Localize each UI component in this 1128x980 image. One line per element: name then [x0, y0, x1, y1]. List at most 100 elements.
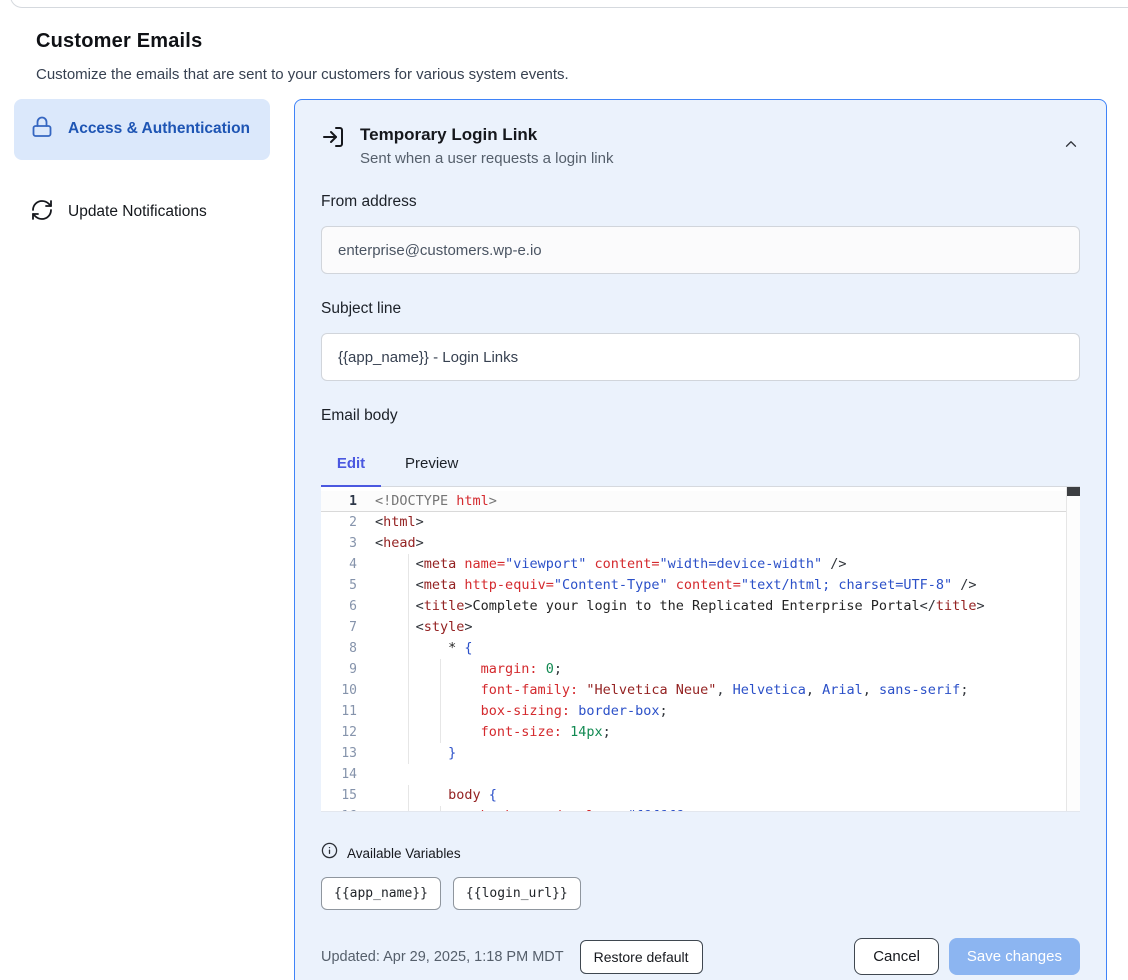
code-text: * {: [375, 638, 1080, 659]
email-settings-panel: Temporary Login Link Sent when a user re…: [294, 99, 1107, 980]
code-line[interactable]: 10 font-family: "Helvetica Neue", Helveti…: [321, 680, 1080, 701]
line-number: 12: [321, 722, 357, 743]
code-text: body {: [375, 785, 1080, 806]
line-number: 14: [321, 764, 357, 785]
code-line[interactable]: 11 box-sizing: border-box;: [321, 701, 1080, 722]
line-number: 1: [321, 491, 357, 511]
code-text: <!DOCTYPE html>: [375, 491, 1080, 511]
indent-guide: [408, 638, 409, 659]
indent-guide: [408, 575, 409, 596]
page-title: Customer Emails: [36, 30, 1092, 53]
indent-guide: [408, 701, 409, 722]
refresh-icon: [30, 198, 54, 227]
code-text: background-color: #f6f6f6;: [375, 806, 1080, 812]
editor-scrollbar[interactable]: [1066, 487, 1080, 811]
indent-guide: [440, 701, 441, 722]
code-line[interactable]: 15 body {: [321, 785, 1080, 806]
sidebar-item-label: Access & Authentication: [68, 117, 250, 141]
settings-sidebar: Access & Authentication Update Notificati…: [14, 99, 270, 243]
code-text: <html>: [375, 512, 1080, 533]
panel-title: Temporary Login Link: [360, 125, 1047, 145]
panel-header-text: Temporary Login Link Sent when a user re…: [360, 125, 1047, 167]
line-number: 15: [321, 785, 357, 806]
code-editor-content: 1 <!DOCTYPE html> 2 <html> 3 <head> 4 <meta nam…: [321, 487, 1080, 812]
sidebar-item-access-authentication[interactable]: Access & Authentication: [14, 99, 270, 160]
from-address-input[interactable]: [321, 226, 1080, 274]
tab-edit[interactable]: Edit: [321, 455, 381, 488]
indent-guide: [440, 722, 441, 743]
variable-chip[interactable]: {{login_url}}: [453, 877, 581, 910]
line-number: 7: [321, 617, 357, 638]
line-number: 6: [321, 596, 357, 617]
chevron-up-icon[interactable]: [1062, 135, 1080, 158]
line-number: 10: [321, 680, 357, 701]
updated-timestamp: Updated: Apr 29, 2025, 1:18 PM MDT: [321, 949, 564, 965]
editor-scrollbar-thumb[interactable]: [1067, 487, 1080, 496]
line-number: 8: [321, 638, 357, 659]
code-text: margin: 0;: [375, 659, 1080, 680]
code-text: <meta http-equiv="Content-Type" content=…: [375, 575, 1080, 596]
panel-subtitle: Sent when a user requests a login link: [360, 150, 1047, 167]
line-number: 3: [321, 533, 357, 554]
code-line[interactable]: 16 background-color: #f6f6f6;: [321, 806, 1080, 812]
indent-guide: [408, 659, 409, 680]
page-header: Customer Emails Customize the emails tha…: [0, 0, 1128, 83]
indent-guide: [408, 743, 409, 764]
variable-chip[interactable]: {{app_name}}: [321, 877, 441, 910]
indent-guide: [408, 680, 409, 701]
save-changes-button[interactable]: Save changes: [949, 938, 1080, 975]
lock-icon: [30, 115, 54, 144]
code-text: [375, 764, 1080, 785]
sidebar-item-label: Update Notifications: [68, 200, 207, 224]
variable-chips: {{app_name}} {{login_url}}: [321, 877, 1080, 910]
code-line[interactable]: 6 <title>Complete your login to the Repli…: [321, 596, 1080, 617]
code-line[interactable]: 9 margin: 0;: [321, 659, 1080, 680]
line-number: 16: [321, 806, 357, 812]
code-line[interactable]: 14: [321, 764, 1080, 785]
indent-guide: [408, 722, 409, 743]
subject-line-label: Subject line: [321, 300, 1080, 318]
indent-guide: [440, 680, 441, 701]
indent-guide: [440, 806, 441, 812]
indent-guide: [408, 554, 409, 575]
code-line[interactable]: 2 <html>: [321, 512, 1080, 533]
code-text: font-family: "Helvetica Neue", Helvetica…: [375, 680, 1080, 701]
sidebar-item-update-notifications[interactable]: Update Notifications: [14, 182, 270, 243]
available-variables-label: Available Variables: [347, 846, 461, 861]
code-text: <meta name="viewport" content="width=dev…: [375, 554, 1080, 575]
code-line[interactable]: 3 <head>: [321, 533, 1080, 554]
code-line[interactable]: 7<style>: [321, 617, 1080, 638]
code-text: box-sizing: border-box;: [375, 701, 1080, 722]
code-line[interactable]: 8 * {: [321, 638, 1080, 659]
line-number: 11: [321, 701, 357, 722]
subject-line-input[interactable]: [321, 333, 1080, 381]
panel-header-accordion[interactable]: Temporary Login Link Sent when a user re…: [321, 125, 1080, 167]
line-number: 4: [321, 554, 357, 575]
code-line[interactable]: 1 <!DOCTYPE html>: [321, 491, 1080, 512]
info-icon: [321, 842, 338, 864]
indent-guide: [408, 785, 409, 806]
line-number: 2: [321, 512, 357, 533]
email-body-label: Email body: [321, 407, 1080, 425]
cancel-button[interactable]: Cancel: [854, 938, 939, 975]
content-layout: Access & Authentication Update Notificati…: [0, 83, 1128, 980]
code-text: <head>: [375, 533, 1080, 554]
code-line[interactable]: 13}: [321, 743, 1080, 764]
code-text: font-size: 14px;: [375, 722, 1080, 743]
code-editor[interactable]: 1 <!DOCTYPE html> 2 <html> 3 <head> 4 <meta nam…: [321, 487, 1080, 812]
available-variables-header: Available Variables: [321, 842, 1080, 864]
indent-guide: [408, 596, 409, 617]
from-address-label: From address: [321, 193, 1080, 211]
login-icon: [321, 125, 345, 154]
footer-actions: Cancel Save changes: [854, 938, 1080, 975]
code-line[interactable]: 4 <meta name="viewport" content="width=de…: [321, 554, 1080, 575]
line-number: 9: [321, 659, 357, 680]
code-text: <title>Complete your login to the Replic…: [375, 596, 1080, 617]
restore-default-button[interactable]: Restore default: [580, 940, 703, 974]
previous-card-bottom-edge: [10, 0, 1128, 8]
code-line[interactable]: 5 <meta http-equiv="Content-Type" content…: [321, 575, 1080, 596]
tab-preview[interactable]: Preview: [405, 455, 458, 486]
line-number: 5: [321, 575, 357, 596]
code-line[interactable]: 12 font-size: 14px;: [321, 722, 1080, 743]
indent-guide: [408, 617, 409, 638]
